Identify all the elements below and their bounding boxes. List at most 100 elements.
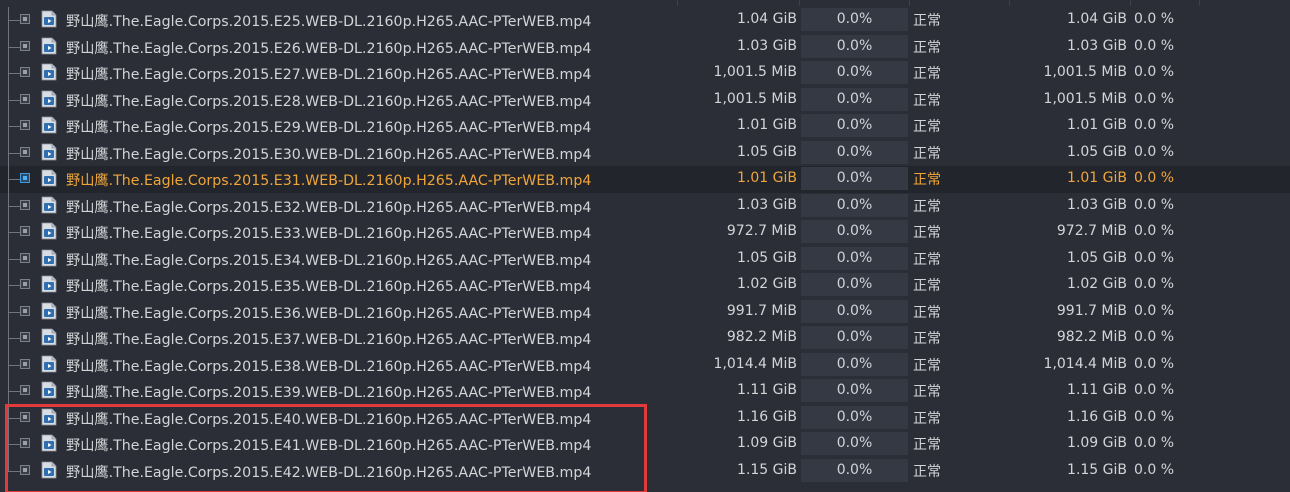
- file-status: 正常: [913, 198, 941, 215]
- tree-connector: [4, 325, 20, 352]
- file-size: 1.05 GiB: [737, 249, 797, 266]
- remaining-size: 1.01 GiB: [1067, 170, 1127, 186]
- progress-text: 0.0%: [836, 461, 873, 478]
- availability: 0.0 %: [1134, 408, 1175, 425]
- tree-connector: [4, 166, 20, 193]
- file-row-4[interactable]: 野山鹰.The.Eagle.Corps.2015.E28.WEB-DL.2160…: [0, 86, 1290, 113]
- progress-bar: 0.0%: [801, 352, 908, 376]
- video-file-icon: [41, 328, 57, 346]
- file-checkbox[interactable]: [20, 332, 30, 342]
- file-row-13[interactable]: 野山鹰.The.Eagle.Corps.2015.E37.WEB-DL.2160…: [0, 325, 1290, 352]
- progress-text: 0.0%: [836, 143, 873, 160]
- file-checkbox[interactable]: [20, 199, 30, 210]
- progress-bar: 0.0%: [801, 61, 908, 84]
- progress-bar: 0.0%: [801, 273, 908, 296]
- video-file-icon: [41, 461, 57, 478]
- file-checkbox[interactable]: [20, 173, 30, 183]
- file-row-17[interactable]: 野山鹰.The.Eagle.Corps.2015.E41.WEB-DL.2160…: [0, 431, 1290, 458]
- file-name: 野山鹰.The.Eagle.Corps.2015.E41.WEB-DL.2160…: [66, 438, 592, 454]
- tree-connector: [4, 245, 20, 272]
- file-row-14[interactable]: 野山鹰.The.Eagle.Corps.2015.E38.WEB-DL.2160…: [0, 351, 1290, 378]
- tree-connector: [4, 60, 20, 87]
- video-file-icon: [41, 37, 57, 54]
- file-status: 正常: [913, 39, 941, 56]
- file-row-7[interactable]: 野山鹰.The.Eagle.Corps.2015.E31.WEB-DL.2160…: [0, 166, 1290, 193]
- file-row-5[interactable]: 野山鹰.The.Eagle.Corps.2015.E29.WEB-DL.2160…: [0, 113, 1290, 140]
- file-checkbox[interactable]: [20, 358, 30, 369]
- file-checkbox[interactable]: [20, 252, 30, 263]
- availability: 0.0 %: [1134, 196, 1175, 213]
- file-row-18[interactable]: 野山鹰.The.Eagle.Corps.2015.E42.WEB-DL.2160…: [0, 457, 1290, 485]
- video-file-icon: [41, 143, 57, 160]
- file-name: 野山鹰.The.Eagle.Corps.2015.E30.WEB-DL.2160…: [66, 146, 592, 163]
- tree-connector: [4, 351, 20, 378]
- availability: 0.0 %: [1134, 90, 1175, 107]
- file-row-3[interactable]: 野山鹰.The.Eagle.Corps.2015.E27.WEB-DL.2160…: [0, 60, 1290, 87]
- file-status: 正常: [913, 225, 941, 241]
- file-size: 1.03 GiB: [737, 196, 797, 213]
- file-row-1[interactable]: 野山鹰.The.Eagle.Corps.2015.E25.WEB-DL.2160…: [0, 7, 1290, 34]
- remaining-size: 1.16 GiB: [1067, 408, 1127, 425]
- file-checkbox[interactable]: [20, 279, 30, 289]
- file-size: 991.7 MiB: [726, 302, 797, 319]
- file-checkbox[interactable]: [20, 438, 30, 448]
- file-size: 1.01 GiB: [737, 170, 797, 186]
- progress-text: 0.0%: [836, 408, 873, 425]
- progress-bar: 0.0%: [801, 432, 908, 455]
- availability: 0.0 %: [1134, 461, 1175, 478]
- availability: 0.0 %: [1134, 249, 1175, 266]
- video-file-icon: [41, 222, 57, 240]
- video-file-icon: [41, 116, 57, 134]
- progress-bar: 0.0%: [801, 299, 908, 323]
- file-checkbox[interactable]: [20, 67, 30, 77]
- file-row-10[interactable]: 野山鹰.The.Eagle.Corps.2015.E34.WEB-DL.2160…: [0, 245, 1290, 272]
- remaining-size: 972.7 MiB: [1056, 223, 1127, 239]
- file-size: 1,014.4 MiB: [713, 355, 797, 372]
- file-checkbox[interactable]: [20, 14, 30, 24]
- tree-connector: [4, 298, 20, 325]
- file-name: 野山鹰.The.Eagle.Corps.2015.E40.WEB-DL.2160…: [66, 411, 592, 428]
- file-status: 正常: [913, 92, 941, 109]
- file-checkbox[interactable]: [20, 411, 30, 422]
- file-row-2[interactable]: 野山鹰.The.Eagle.Corps.2015.E26.WEB-DL.2160…: [0, 33, 1290, 60]
- remaining-size: 1.09 GiB: [1067, 435, 1127, 451]
- file-status: 正常: [913, 278, 941, 294]
- file-size: 1.01 GiB: [737, 117, 797, 133]
- remaining-size: 1.01 GiB: [1067, 117, 1127, 133]
- progress-text: 0.0%: [836, 355, 873, 372]
- file-row-6[interactable]: 野山鹰.The.Eagle.Corps.2015.E30.WEB-DL.2160…: [0, 139, 1290, 166]
- file-checkbox[interactable]: [20, 385, 30, 395]
- file-row-9[interactable]: 野山鹰.The.Eagle.Corps.2015.E33.WEB-DL.2160…: [0, 219, 1290, 246]
- file-name: 野山鹰.The.Eagle.Corps.2015.E35.WEB-DL.2160…: [66, 279, 592, 295]
- progress-bar: 0.0%: [801, 114, 908, 137]
- file-row-16[interactable]: 野山鹰.The.Eagle.Corps.2015.E40.WEB-DL.2160…: [0, 404, 1290, 431]
- availability: 0.0 %: [1134, 170, 1175, 186]
- file-name: 野山鹰.The.Eagle.Corps.2015.E32.WEB-DL.2160…: [66, 199, 592, 216]
- remaining-size: 1.02 GiB: [1067, 276, 1127, 292]
- file-row-11[interactable]: 野山鹰.The.Eagle.Corps.2015.E35.WEB-DL.2160…: [0, 272, 1290, 299]
- file-checkbox[interactable]: [20, 146, 30, 157]
- file-size: 972.7 MiB: [726, 223, 797, 239]
- file-row-8[interactable]: 野山鹰.The.Eagle.Corps.2015.E32.WEB-DL.2160…: [0, 192, 1290, 219]
- progress-text: 0.0%: [836, 117, 873, 133]
- availability: 0.0 %: [1134, 64, 1175, 80]
- file-status: 正常: [913, 331, 941, 347]
- file-checkbox[interactable]: [20, 93, 30, 104]
- file-row-12[interactable]: 野山鹰.The.Eagle.Corps.2015.E36.WEB-DL.2160…: [0, 298, 1290, 325]
- file-checkbox[interactable]: [20, 464, 30, 475]
- file-checkbox[interactable]: [20, 226, 30, 236]
- file-size: 982.2 MiB: [726, 329, 797, 345]
- file-checkbox[interactable]: [20, 305, 30, 316]
- file-row-15[interactable]: 野山鹰.The.Eagle.Corps.2015.E39.WEB-DL.2160…: [0, 378, 1290, 405]
- tree-connector: [4, 431, 20, 458]
- progress-bar: 0.0%: [801, 167, 908, 190]
- file-checkbox[interactable]: [20, 120, 30, 130]
- remaining-size: 1.03 GiB: [1067, 196, 1127, 213]
- file-checkbox[interactable]: [20, 40, 30, 51]
- file-status: 正常: [913, 437, 941, 453]
- progress-bar: 0.0%: [801, 220, 908, 243]
- progress-bar: 0.0%: [801, 8, 908, 31]
- file-name: 野山鹰.The.Eagle.Corps.2015.E37.WEB-DL.2160…: [66, 332, 592, 348]
- file-size: 1.09 GiB: [737, 435, 797, 451]
- remaining-size: 1.15 GiB: [1067, 461, 1127, 478]
